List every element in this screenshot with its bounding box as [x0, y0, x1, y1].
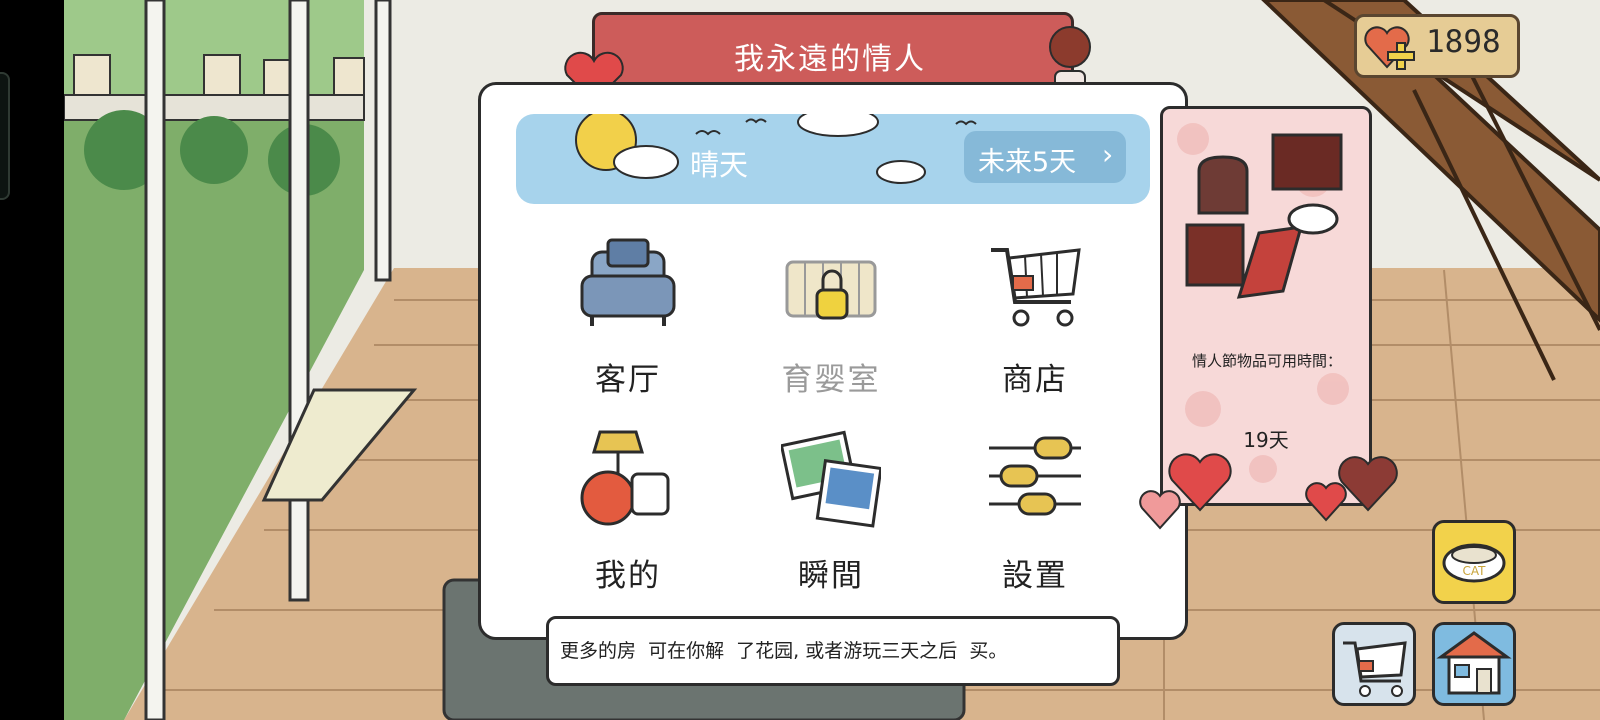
menu-item-label: 設置: [1002, 558, 1068, 594]
crib-icon: [785, 260, 877, 320]
photos-icon: [781, 430, 881, 528]
menu-item-label: 商店: [1002, 362, 1068, 398]
house-icon: [1436, 631, 1512, 695]
home-button[interactable]: [1432, 622, 1516, 706]
cat-bowl-label: CAT: [1463, 564, 1487, 578]
weather-label: 晴天: [690, 148, 749, 182]
event-availability-label: 情人節物品可用時間：: [1191, 352, 1342, 370]
side-drawer-handle[interactable]: [0, 72, 10, 200]
forecast-button-label: 未来5天: [978, 147, 1077, 178]
currency-value: 1898: [1426, 24, 1501, 60]
hint-text: 更多的房 可在你解 了花园, 或者游玩三天之后 买。: [560, 640, 1008, 662]
menu-item-mine[interactable]: 我的: [538, 428, 718, 608]
heart-plus-icon: [1364, 26, 1415, 70]
menu-item-nursery[interactable]: 育婴室: [741, 232, 921, 412]
sliders-icon: [989, 436, 1081, 516]
menu-item-label: 育婴室: [781, 362, 881, 398]
hearts-decoration-icon: [1139, 453, 1232, 530]
shop-cart-button[interactable]: [1332, 622, 1416, 706]
cat-bowl-icon: CAT: [1442, 543, 1506, 583]
cat-bowl-button[interactable]: CAT: [1432, 520, 1516, 604]
menu-item-shop[interactable]: 商店: [945, 232, 1125, 412]
menu-item-moments[interactable]: 瞬間: [741, 428, 921, 608]
page-title: 我永遠的情人: [734, 42, 926, 77]
menu-item-living-room[interactable]: 客厅: [538, 232, 718, 412]
menu-item-label: 我的: [595, 558, 661, 594]
menu-item-label: 客厅: [595, 362, 661, 398]
event-days-remaining: 19天: [1243, 428, 1289, 452]
lamp-tomato-mug-icon: [580, 430, 670, 526]
shopping-cart-icon: [991, 248, 1081, 327]
menu-item-settings[interactable]: 設置: [945, 428, 1125, 608]
chevron-right-icon: ›: [1102, 138, 1114, 171]
menu-item-label: 瞬間: [798, 558, 864, 594]
shopping-cart-icon: [1343, 641, 1407, 697]
armchair-icon: [580, 238, 676, 326]
hearts-decoration-icon: [1305, 456, 1398, 522]
padlock-icon: [815, 288, 849, 320]
